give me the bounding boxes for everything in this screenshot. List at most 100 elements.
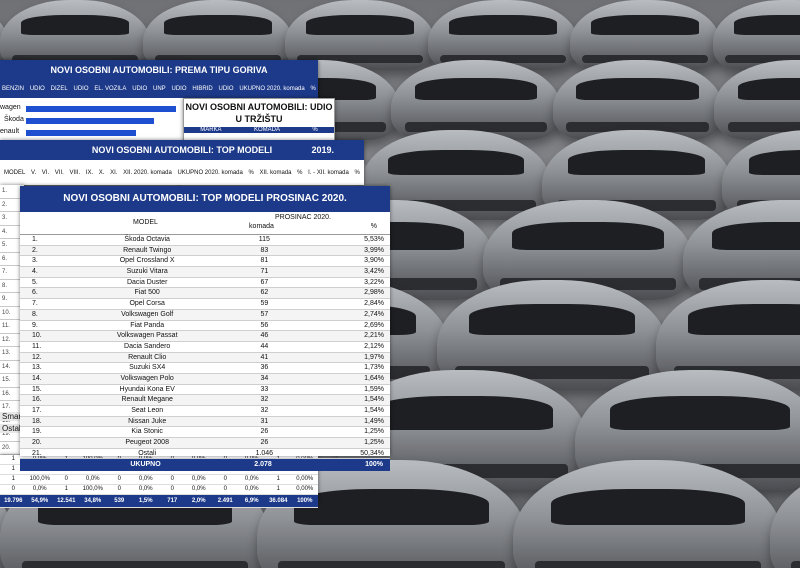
table-row: 1 100,0% 0 0,0% 0 0,0% 0 0,0% 0 0,0% 1 0,00% bbox=[0, 475, 318, 485]
top-col: VIII. bbox=[69, 169, 81, 176]
table-cell: 0,0% bbox=[85, 476, 100, 482]
rank-cell: 5. bbox=[32, 278, 38, 286]
model-cell: Nissan Juke bbox=[128, 417, 167, 425]
col-units: KOMADA bbox=[253, 127, 280, 133]
main-table-header: MODEL PROSINAC 2020. komada % bbox=[20, 212, 390, 235]
rank-cell: 20. bbox=[32, 439, 42, 447]
top-col: IX. bbox=[85, 169, 94, 176]
rank-cell: 17. bbox=[32, 407, 42, 414]
units-cell: 59 bbox=[260, 300, 269, 308]
table-row: 14. Volkswagen Polo 34 1,64% bbox=[20, 373, 390, 385]
brand-label: enault bbox=[0, 128, 20, 135]
units-cell: 41 bbox=[260, 353, 269, 361]
rank-cell: 3. bbox=[32, 257, 38, 265]
top-col: MODEL bbox=[4, 169, 26, 176]
table-cell: 0 bbox=[223, 476, 227, 482]
rank-cell: 15. bbox=[32, 385, 42, 393]
table-cell: 0,0% bbox=[138, 486, 153, 492]
top-col: UKUPNO 2020. komada bbox=[177, 169, 243, 176]
units-cell: 32 bbox=[260, 396, 269, 404]
rank-cell: 9. bbox=[32, 321, 38, 329]
units-cell: 67 bbox=[260, 278, 269, 286]
units-cell: 57 bbox=[260, 310, 269, 318]
pct-cell: 1,59% bbox=[364, 385, 384, 393]
pct-cell: 1,25% bbox=[364, 428, 384, 436]
top-col: XI. bbox=[110, 169, 118, 176]
pct-cell: 50,34% bbox=[360, 449, 384, 457]
fuel-col: EL. VOZILA bbox=[94, 86, 127, 92]
model-cell: Kia Stonic bbox=[131, 428, 163, 436]
table-row: 21. Ostali 1.046 50,34% bbox=[20, 449, 390, 460]
table-row: 13. Suzuki SX4 36 1,73% bbox=[20, 363, 390, 374]
main-table-body: 1. Škoda Octavia 115 5,53% 2. Renault Twingo 8… bbox=[20, 235, 390, 460]
top-col: X. bbox=[98, 169, 105, 176]
units-cell: 32 bbox=[260, 407, 269, 414]
top-col: % bbox=[297, 169, 303, 176]
table-cell: 12.541 bbox=[57, 498, 76, 504]
fuel-col: HIBRID bbox=[192, 86, 213, 92]
pct-cell: 2,12% bbox=[364, 342, 384, 350]
main-table-title: NOVI OSOBNI AUTOMOBILI: TOP MODELI PROSI… bbox=[20, 186, 390, 212]
units-cell: 83 bbox=[260, 246, 269, 254]
car bbox=[714, 60, 800, 140]
table-row: 2. Renault Twingo 83 3,99% bbox=[20, 245, 390, 257]
model-cell: Suzuki SX4 bbox=[129, 364, 166, 372]
col-pct: % bbox=[370, 223, 377, 230]
model-cell: Dacia Sandero bbox=[124, 342, 171, 350]
fuel-bar bbox=[26, 106, 176, 112]
top-col: I. - XII. komada bbox=[308, 169, 349, 176]
table-cell: 0,0% bbox=[191, 486, 206, 492]
table-row: 3. Opel Crossland X 81 3,90% bbox=[20, 256, 390, 268]
units-cell: 44 bbox=[260, 342, 269, 350]
pct-cell: 1,73% bbox=[364, 364, 384, 372]
pct-cell: 1,54% bbox=[364, 396, 384, 404]
table-cell: 1,5% bbox=[138, 498, 153, 504]
fuel-bar bbox=[26, 130, 136, 136]
brand-label: Škoda bbox=[4, 116, 24, 123]
top-models-title: NOVI OSOBNI AUTOMOBILI: TOP MODELI 2019. bbox=[0, 140, 364, 160]
pct-cell: 3,22% bbox=[364, 278, 384, 286]
model-cell: Renault Megane bbox=[121, 396, 173, 404]
units-cell: 33 bbox=[260, 385, 269, 393]
table-cell: 19.796 bbox=[4, 498, 23, 504]
top-col: XII. 2020. komada bbox=[123, 169, 172, 176]
brand-label: wagen bbox=[0, 104, 21, 111]
table-cell: 0 bbox=[223, 486, 227, 492]
pct-cell: 2,69% bbox=[364, 321, 384, 329]
table-cell: 100,0% bbox=[29, 476, 50, 482]
table-cell: 0,0% bbox=[32, 486, 47, 492]
table-cell: 0 bbox=[170, 486, 174, 492]
rank-cell: 6. bbox=[32, 289, 38, 297]
rank-cell: 10. bbox=[32, 332, 42, 340]
fuel-col: UDIO bbox=[73, 86, 89, 92]
car bbox=[391, 60, 561, 140]
fuel-col: UDIO bbox=[29, 86, 45, 92]
fuel-col: UNP bbox=[153, 86, 166, 92]
units-cell: 31 bbox=[260, 417, 269, 425]
pct-cell: 5,53% bbox=[364, 236, 384, 243]
table-cell: 100% bbox=[297, 498, 313, 504]
top-col: V. bbox=[31, 169, 37, 176]
table-cell: 2,0% bbox=[191, 498, 206, 504]
top-col: % bbox=[248, 169, 254, 176]
table-cell: 0,0% bbox=[138, 476, 153, 482]
table-cell: 34,8% bbox=[84, 498, 102, 504]
fuel-col: DIZEL bbox=[50, 86, 68, 92]
table-row: 0 0,0% 1 100,0% 0 0,0% 0 0,0% 0 0,0% 1 0,00% bbox=[0, 485, 318, 495]
rank-cell: 13. bbox=[32, 364, 42, 372]
model-cell: Opel Corsa bbox=[129, 300, 165, 308]
rank-cell: 1. bbox=[32, 236, 38, 243]
table-row: 12. Renault Clio 41 1,97% bbox=[20, 352, 390, 364]
table-row: 10. Volkswagen Passat 46 2,21% bbox=[20, 331, 390, 342]
table-cell: 0,00% bbox=[296, 476, 314, 482]
pct-cell: 2,74% bbox=[364, 310, 384, 318]
model-cell: Suzuki Vitara bbox=[126, 268, 168, 276]
table-cell: 717 bbox=[167, 498, 178, 504]
units-cell: 62 bbox=[260, 289, 269, 297]
fuel-bar bbox=[26, 118, 154, 124]
table-cell: 100,0% bbox=[82, 486, 103, 492]
units-cell: 115 bbox=[258, 236, 270, 243]
table-row: 6. Fiat 500 62 2,98% bbox=[20, 288, 390, 300]
fuel-col: BENZIN bbox=[2, 86, 25, 92]
table-cell: 0 bbox=[11, 486, 15, 492]
